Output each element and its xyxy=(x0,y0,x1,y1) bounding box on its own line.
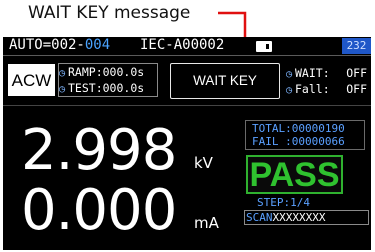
param-value: :000.0s xyxy=(95,81,145,95)
param-label: RAMP xyxy=(68,65,96,79)
scan-value: XXXXXXXX xyxy=(272,211,326,224)
clock-icon: ◷ xyxy=(59,68,66,79)
auto-step-number: 004 xyxy=(84,37,111,53)
param-value: OFF xyxy=(346,82,367,96)
clock-icon: ◷ xyxy=(286,69,293,80)
param-label: WAIT xyxy=(295,66,323,80)
voltage-unit: kV xyxy=(194,154,213,172)
param-test: ◷ TEST:000.0s xyxy=(59,81,159,97)
param-wait: ◷ WAIT: OFF xyxy=(286,66,367,80)
param-label: Fall xyxy=(295,82,323,96)
scan-label: SCAN xyxy=(246,211,273,224)
wait-key-message: WAIT KEY xyxy=(170,63,280,99)
result-indicator: PASS xyxy=(246,155,343,194)
fail-count: FAIL :00000066 xyxy=(252,135,345,148)
current-unit: mA xyxy=(194,214,219,232)
param-value: :000.0s xyxy=(95,65,145,79)
device-screen: AUTO=002-004 IEC-A00002 232 ACW ◷ RAMP:00… xyxy=(3,37,371,250)
step-indicator: STEP:1/4 xyxy=(257,196,310,209)
param-value: OFF xyxy=(346,66,367,80)
auto-prefix: AUTO=002- xyxy=(9,37,85,53)
interface-badge: 232 xyxy=(342,38,371,54)
total-count: TOTAL:00000190 xyxy=(252,122,345,135)
scan-field: SCANXXXXXXXX xyxy=(244,210,369,225)
mode-indicator: ACW xyxy=(8,64,55,96)
clock-icon: ◷ xyxy=(59,84,66,95)
param-label: TEST xyxy=(68,81,96,95)
clock-icon: ◷ xyxy=(286,85,293,96)
current-reading: 0.000 xyxy=(21,178,177,243)
memory-card-icon xyxy=(256,41,272,52)
param-ramp: ◷ RAMP:000.0s xyxy=(59,65,159,81)
test-name: IEC-A00002 xyxy=(140,37,225,53)
auto-indicator: AUTO=002-004 xyxy=(9,37,110,53)
timing-params-box: ◷ RAMP:000.0s ◷ TEST:000.0s xyxy=(58,63,158,97)
test-counts: TOTAL:00000190 FAIL :00000066 xyxy=(245,120,365,150)
param-fall: ◷ Fall: OFF xyxy=(286,82,367,96)
status-bar: AUTO=002-004 IEC-A00002 232 xyxy=(3,37,371,56)
voltage-reading: 2.998 xyxy=(21,118,177,183)
callout-label: WAIT KEY message xyxy=(28,3,191,23)
divider xyxy=(3,105,371,106)
